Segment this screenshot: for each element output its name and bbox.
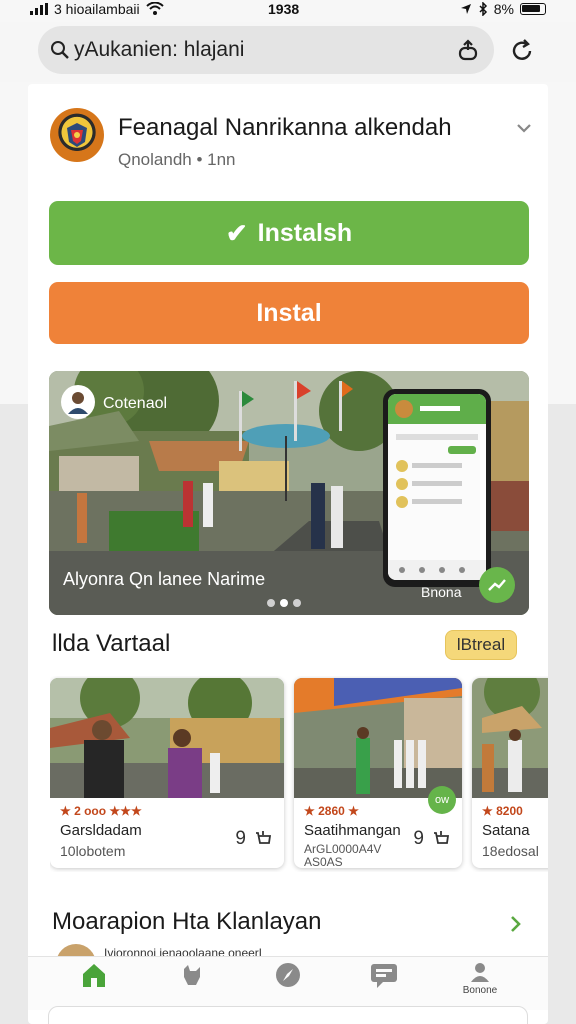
- location-icon: [460, 4, 471, 14]
- hero-banner[interactable]: Cotenaol Alyonra Qn lanee Narime Bnona: [49, 371, 529, 615]
- crest-logo: [50, 108, 104, 162]
- status-time: 1938: [268, 1, 300, 17]
- tile-rating: ★ 2 ooo ★★★: [60, 804, 142, 818]
- compass-icon: [276, 963, 300, 987]
- see-all-button[interactable]: lBtreal: [445, 630, 517, 660]
- nav-label: Bonone: [462, 985, 498, 996]
- tile-count: 9: [413, 828, 424, 849]
- hero-handle: Cotenaol: [103, 395, 168, 412]
- tile-name: Saatihmangan: [304, 822, 401, 839]
- tile-meta: ArGL0000A4V AS0AS: [304, 842, 382, 869]
- share-icon[interactable]: [452, 34, 484, 66]
- carousel-dots[interactable]: [267, 599, 301, 607]
- carousel-dot[interactable]: [267, 599, 275, 607]
- status-left: 3 hioailambaii: [30, 1, 164, 17]
- signal-icon: [30, 3, 48, 15]
- battery-percent: 8%: [493, 1, 514, 17]
- check-icon: ✔: [225, 217, 248, 248]
- search-row: [0, 22, 576, 82]
- battery-icon: [520, 3, 546, 15]
- wifi-icon: [145, 2, 164, 15]
- section-title: llda Vartaal: [52, 630, 171, 657]
- status-bar: 3 hioailambaii 1938 8%: [0, 0, 576, 20]
- tile-photo: [294, 678, 462, 798]
- nav-home[interactable]: [64, 961, 124, 1009]
- profile-icon: [471, 963, 489, 982]
- phone-screen: [388, 394, 486, 580]
- cart-icon[interactable]: [254, 829, 272, 852]
- tile-card[interactable]: ★ 2 ooo ★★★ Garsldadam 10lobotem 9: [50, 678, 284, 868]
- more-section-title: Moarapion Hta Klanlayan: [52, 908, 322, 935]
- nav-dog[interactable]: [162, 961, 222, 1009]
- search-box[interactable]: [38, 26, 494, 74]
- tile-meta: 18edosal: [482, 843, 539, 859]
- app-title: Feanagal Nanrikanna alkendah: [118, 114, 452, 141]
- install-label: Instal: [256, 298, 322, 327]
- search-icon: [51, 41, 69, 59]
- status-right: 8%: [460, 1, 546, 17]
- carousel-dot-active[interactable]: [280, 599, 288, 607]
- app-subtitle: Qnolandh • 1nn: [118, 150, 236, 169]
- reload-icon[interactable]: [506, 34, 540, 68]
- installed-button[interactable]: ✔ Instalsh: [49, 201, 529, 265]
- tile-carousel: ★ 2 ooo ★★★ Garsldadam 10lobotem 9 ow ★ …: [50, 676, 548, 872]
- tile-meta: 10lobotem: [60, 843, 126, 859]
- search-input[interactable]: [74, 38, 434, 62]
- install-button[interactable]: Instal: [49, 282, 529, 344]
- chevron-right-icon[interactable]: [504, 912, 528, 936]
- phone-label: Bnona: [421, 584, 462, 600]
- app-header: Feanagal Nanrikanna alkendah Qnolandh • …: [50, 108, 531, 178]
- tile-photo: [472, 678, 548, 798]
- bluetooth-icon: [479, 2, 487, 16]
- cart-icon[interactable]: [432, 829, 450, 852]
- tile-rating: ★ 8200: [482, 804, 523, 818]
- installed-label: Instalsh: [257, 218, 353, 247]
- tile-photo: [50, 678, 284, 798]
- tile-rating: ★ 2860 ★: [304, 804, 359, 818]
- carousel-dot[interactable]: [293, 599, 301, 607]
- tile-count: 9: [235, 828, 246, 849]
- tile-name: Garsldadam: [60, 822, 142, 839]
- tile-card[interactable]: ★ 8200 Satana 18edosal: [472, 678, 548, 868]
- trend-icon[interactable]: [479, 567, 515, 603]
- carrier-name: 3 hioailambaii: [54, 1, 140, 17]
- chat-icon: [371, 964, 397, 988]
- badge-icon: ow: [428, 786, 456, 814]
- nav-profile[interactable]: Bonone: [450, 961, 510, 1009]
- nav-chat[interactable]: [354, 961, 414, 1009]
- app-page: Feanagal Nanrikanna alkendah Qnolandh • …: [28, 84, 548, 1024]
- avatar: [61, 385, 95, 419]
- dog-icon: [184, 965, 200, 985]
- nav-compass[interactable]: [258, 961, 318, 1009]
- chevron-down-icon[interactable]: [512, 116, 536, 140]
- bottom-nav: Bonone: [28, 956, 548, 1010]
- next-card[interactable]: [48, 1006, 528, 1024]
- phone-mockup: [383, 389, 491, 587]
- hero-caption: Alyonra Qn lanee Narime: [63, 569, 266, 589]
- tile-name: Satana: [482, 822, 530, 839]
- home-icon: [83, 964, 105, 987]
- tile-card[interactable]: ow ★ 2860 ★ Saatihmangan ArGL0000A4V AS0…: [294, 678, 462, 868]
